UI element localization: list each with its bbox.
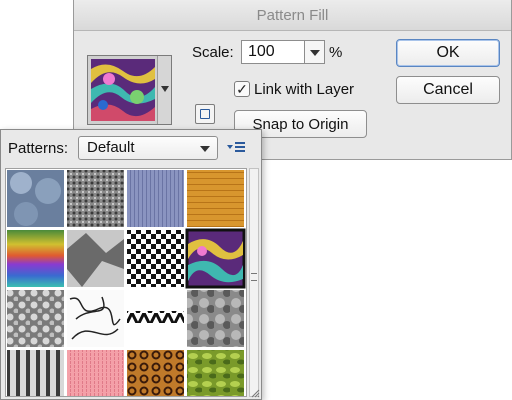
ok-button[interactable]: OK — [396, 39, 500, 67]
pattern-tile-gray-clouds[interactable] — [187, 290, 244, 347]
scale-dropdown-button[interactable] — [305, 40, 325, 64]
chevron-down-icon — [310, 50, 320, 56]
scrollbar-grip-icon[interactable] — [251, 273, 257, 281]
pattern-tile-leopard[interactable] — [127, 350, 184, 396]
preset-select-value: Default — [87, 139, 135, 156]
pattern-tile-gray-spots[interactable] — [7, 290, 64, 347]
pattern-tile-blue-fabric[interactable] — [127, 170, 184, 227]
scale-label: Scale: — [192, 44, 234, 61]
dialog-title: Pattern Fill — [74, 0, 511, 31]
pattern-preview-swatch — [91, 59, 155, 121]
pattern-tile-rainbow[interactable] — [7, 230, 64, 287]
pattern-picker-panel: Patterns: Default — [0, 129, 262, 400]
chevron-down-icon — [200, 146, 210, 152]
patterns-label: Patterns: — [8, 140, 69, 157]
pattern-tile-zebra[interactable] — [7, 350, 64, 396]
pattern-tile-wood[interactable] — [187, 170, 244, 227]
scale-input[interactable]: 100 — [241, 40, 305, 64]
pattern-preview-picker[interactable] — [87, 55, 172, 125]
new-preset-button[interactable] — [195, 104, 215, 124]
link-with-layer-checkbox[interactable]: ✓ — [234, 81, 250, 97]
flyout-menu-icon[interactable] — [227, 139, 249, 157]
pattern-grid-tiles — [7, 170, 246, 396]
pattern-grid — [5, 168, 247, 397]
cancel-button[interactable]: Cancel — [396, 76, 500, 104]
preview-dropdown-arrow[interactable] — [157, 56, 171, 124]
picker-header: Patterns: Default — [1, 130, 261, 168]
preset-select[interactable]: Default — [78, 136, 218, 160]
pattern-tile-gravel[interactable] — [67, 170, 124, 227]
pattern-tile-pink-fur[interactable] — [67, 350, 124, 396]
pattern-tile-leaves[interactable] — [187, 350, 244, 396]
pattern-tile-checkerboard[interactable] — [127, 230, 184, 287]
chevron-down-icon — [161, 86, 169, 92]
new-preset-icon — [200, 109, 210, 119]
resize-grip-icon[interactable] — [250, 388, 260, 398]
scale-unit: % — [329, 44, 343, 61]
link-with-layer-label: Link with Layer — [254, 81, 355, 98]
pattern-grid-scrollbar[interactable] — [249, 168, 259, 397]
